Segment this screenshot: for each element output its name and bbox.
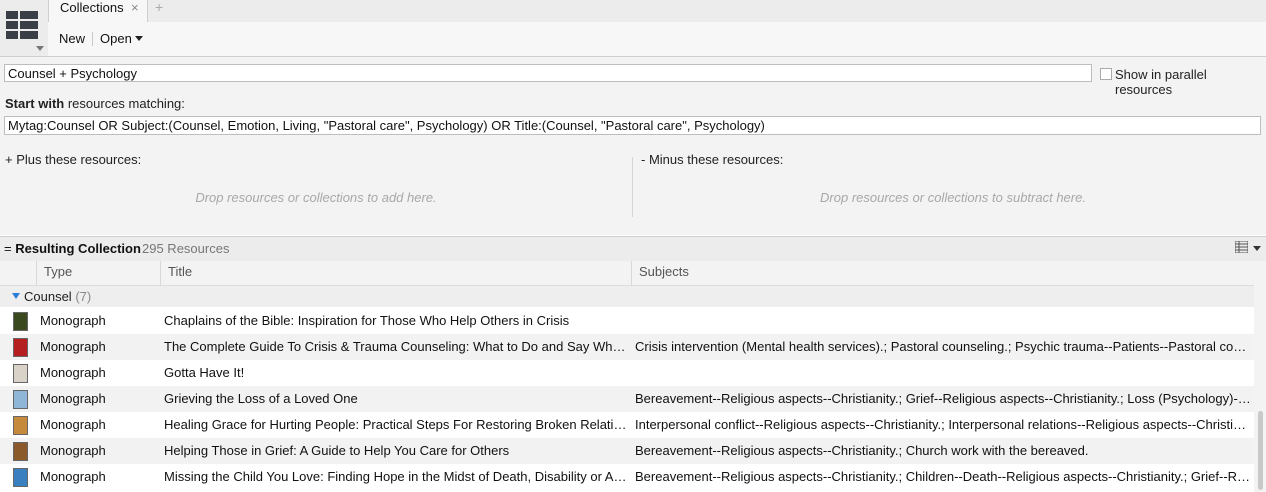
book-cover-icon (13, 390, 28, 409)
tab-label: Collections (60, 0, 124, 15)
result-table-body: Monograph Chaplains of the Bible: Inspira… (0, 308, 1254, 490)
column-header-thumb[interactable] (0, 261, 36, 285)
cell-type: Monograph (40, 339, 106, 354)
table-row[interactable]: Monograph The Complete Guide To Crisis & … (0, 334, 1254, 360)
group-count: (7) (75, 289, 92, 304)
subtract-drop-zone[interactable]: Drop resources or collections to subtrac… (640, 190, 1266, 205)
group-label: Counsel (7) (24, 289, 91, 304)
cell-subjects: Bereavement--Religious aspects--Christia… (635, 469, 1251, 484)
drop-zone-divider (632, 157, 633, 217)
book-cover-icon (13, 338, 28, 357)
table-row[interactable]: Monograph Helping Those in Grief: A Guide… (0, 438, 1254, 464)
vertical-scrollbar[interactable] (1254, 261, 1266, 492)
result-title-text: Resulting Collection (15, 241, 141, 256)
book-cover-icon (13, 416, 28, 435)
table-row[interactable]: Monograph Grieving the Loss of a Loved On… (0, 386, 1254, 412)
start-with-bold: Start with (5, 96, 65, 111)
cell-title[interactable]: Healing Grace for Hurting People: Practi… (164, 417, 627, 432)
scrollbar-thumb[interactable] (1258, 411, 1263, 490)
app-logo-icon[interactable] (6, 8, 40, 42)
top-bar: Collections × + New Open (0, 0, 1266, 57)
chevron-down-icon (134, 36, 143, 41)
minus-resources-label: - Minus these resources: (641, 152, 784, 167)
result-title-prefix: = (4, 241, 16, 256)
add-tab-icon[interactable]: + (155, 0, 163, 15)
book-cover-icon (13, 364, 28, 383)
column-header-title[interactable]: Title (160, 261, 631, 285)
chevron-down-icon[interactable] (1253, 246, 1261, 251)
cell-title[interactable]: Gotta Have It! (164, 365, 627, 380)
result-count: 295 Resources (142, 241, 230, 256)
cell-subjects: Bereavement--Religious aspects--Christia… (635, 443, 1089, 458)
table-row[interactable]: Monograph Gotta Have It! (0, 360, 1254, 386)
cell-type: Monograph (40, 313, 106, 328)
cell-subjects: Bereavement--Religious aspects--Christia… (635, 391, 1251, 406)
cell-type: Monograph (40, 469, 106, 484)
start-with-label: Start with resources matching: (5, 96, 185, 111)
cell-type: Monograph (40, 443, 106, 458)
cell-title[interactable]: Missing the Child You Love: Finding Hope… (164, 469, 627, 484)
book-cover-icon (13, 312, 28, 331)
column-header-subjects[interactable]: Subjects (631, 261, 1254, 285)
toolbar-divider (92, 32, 93, 46)
query-input[interactable] (4, 116, 1261, 135)
open-button[interactable]: Open (100, 31, 143, 47)
group-name: Counsel (24, 289, 72, 304)
add-drop-zone[interactable]: Drop resources or collections to add her… (0, 190, 632, 205)
expand-caret-icon[interactable] (12, 293, 20, 299)
parallel-resources-checkbox[interactable] (1100, 68, 1112, 80)
cell-type: Monograph (40, 417, 106, 432)
view-options-icon[interactable] (1234, 240, 1249, 254)
table-row[interactable]: Monograph Missing the Child You Love: Fin… (0, 464, 1254, 490)
result-header: = Resulting Collection 295 Resources (0, 236, 1266, 262)
close-icon[interactable]: × (131, 1, 139, 15)
cell-title[interactable]: The Complete Guide To Crisis & Trauma Co… (164, 339, 627, 354)
cell-title[interactable]: Grieving the Loss of a Loved One (164, 391, 627, 406)
toolbar: New Open (48, 22, 1266, 56)
cell-subjects: Crisis intervention (Mental health servi… (635, 339, 1251, 354)
new-button[interactable]: New (59, 31, 85, 47)
start-with-rest: resources matching: (64, 96, 185, 111)
table-header: Type Title Subjects (0, 261, 1254, 286)
parallel-resources-label[interactable]: Show in parallel resources (1115, 67, 1266, 97)
cell-title[interactable]: Chaplains of the Bible: Inspiration for … (164, 313, 627, 328)
cell-type: Monograph (40, 391, 106, 406)
cell-type: Monograph (40, 365, 106, 380)
cell-subjects: Interpersonal conflict--Religious aspect… (635, 417, 1251, 432)
column-header-type[interactable]: Type (36, 261, 160, 285)
app-menu-caret-icon[interactable] (36, 46, 44, 51)
book-cover-icon (13, 442, 28, 461)
group-row-counsel[interactable]: Counsel (7) (0, 286, 1254, 307)
open-button-label: Open (100, 31, 132, 46)
tab-collections[interactable]: Collections × (48, 0, 148, 22)
cell-title[interactable]: Helping Those in Grief: A Guide to Help … (164, 443, 627, 458)
collection-name-input[interactable] (4, 64, 1092, 82)
plus-resources-label: + Plus these resources: (5, 152, 142, 167)
collection-editor: Show in parallel resources Start with re… (0, 57, 1266, 235)
table-row[interactable]: Monograph Chaplains of the Bible: Inspira… (0, 308, 1254, 334)
result-title[interactable]: = Resulting Collection (4, 241, 141, 256)
book-cover-icon (13, 468, 28, 487)
table-row[interactable]: Monograph Healing Grace for Hurting Peopl… (0, 412, 1254, 438)
